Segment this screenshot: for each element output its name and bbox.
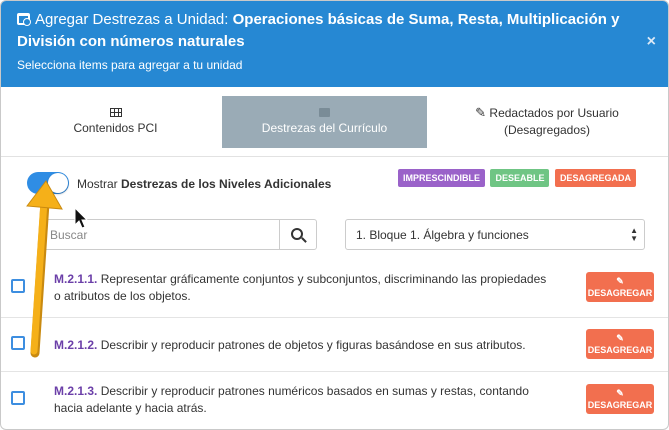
tab-destrezas-curriculo[interactable]: Destrezas del Currículo	[222, 96, 427, 148]
additional-levels-toggle[interactable]	[27, 172, 69, 194]
modal-header: Agregar Destrezas a Unidad: Operaciones …	[1, 1, 668, 87]
list-item: M.2.1.1. Representar gráficamente conjun…	[1, 260, 668, 318]
pencil-icon: ✎	[616, 388, 624, 398]
search-icon	[291, 227, 303, 240]
list-item: M.2.1.3. Describir y reproducir patrones…	[1, 372, 668, 429]
legend-badges: IMPRESCINDIBLE DESEABLE DESAGREGADA	[398, 168, 637, 187]
table-icon	[109, 108, 122, 117]
list-item: M.2.1.2. Describir y reproducir patrones…	[1, 318, 668, 372]
item-text: M.2.1.2. Describir y reproducir patrones…	[54, 338, 526, 352]
item-checkbox[interactable]	[11, 279, 25, 293]
search-button[interactable]	[279, 220, 316, 249]
block-select[interactable]: 1. Bloque 1. Álgebra y funciones ▲ ▼	[345, 219, 645, 250]
book-icon	[319, 108, 330, 117]
item-text: M.2.1.3. Describir y reproducir patrones…	[54, 384, 529, 415]
calendar-icon	[17, 13, 31, 26]
select-arrows-icon: ▲ ▼	[630, 226, 638, 243]
desagregar-button[interactable]: ✎ DESAGREGAR	[586, 329, 654, 359]
modal-title: Agregar Destrezas a Unidad: Operaciones …	[17, 11, 620, 50]
tab-redactados-usuario[interactable]: ✎ Redactados por Usuario (Desagregados)	[437, 96, 657, 148]
badge-desagregada: DESAGREGADA	[554, 169, 636, 187]
item-checkbox[interactable]	[11, 336, 25, 350]
tabs: Contenidos PCI Destrezas del Currículo ✎…	[1, 96, 668, 148]
add-skills-modal: Agregar Destrezas a Unidad: Operaciones …	[0, 0, 669, 430]
divider	[1, 156, 668, 157]
item-checkbox[interactable]	[11, 391, 25, 405]
search-box	[41, 219, 317, 250]
edit-icon: ✎	[475, 105, 487, 120]
item-text: M.2.1.1. Representar gráficamente conjun…	[54, 272, 547, 303]
pencil-icon: ✎	[616, 276, 624, 286]
badge-deseable: DESEABLE	[490, 169, 550, 187]
toggle-label: Mostrar Destrezas de los Niveles Adicion…	[77, 177, 332, 191]
desagregar-button[interactable]: ✎ DESAGREGAR	[586, 272, 654, 302]
toggle-knob	[48, 173, 68, 193]
pencil-icon: ✎	[616, 333, 624, 343]
close-icon[interactable]: ×	[647, 33, 656, 51]
modal-subtitle: Selecciona items para agregar a tu unida…	[17, 58, 243, 72]
search-input[interactable]	[42, 220, 280, 249]
desagregar-button[interactable]: ✎ DESAGREGAR	[586, 384, 654, 414]
badge-imprescindible: IMPRESCINDIBLE	[398, 169, 486, 187]
tab-contenidos-pci[interactable]: Contenidos PCI	[9, 96, 222, 148]
